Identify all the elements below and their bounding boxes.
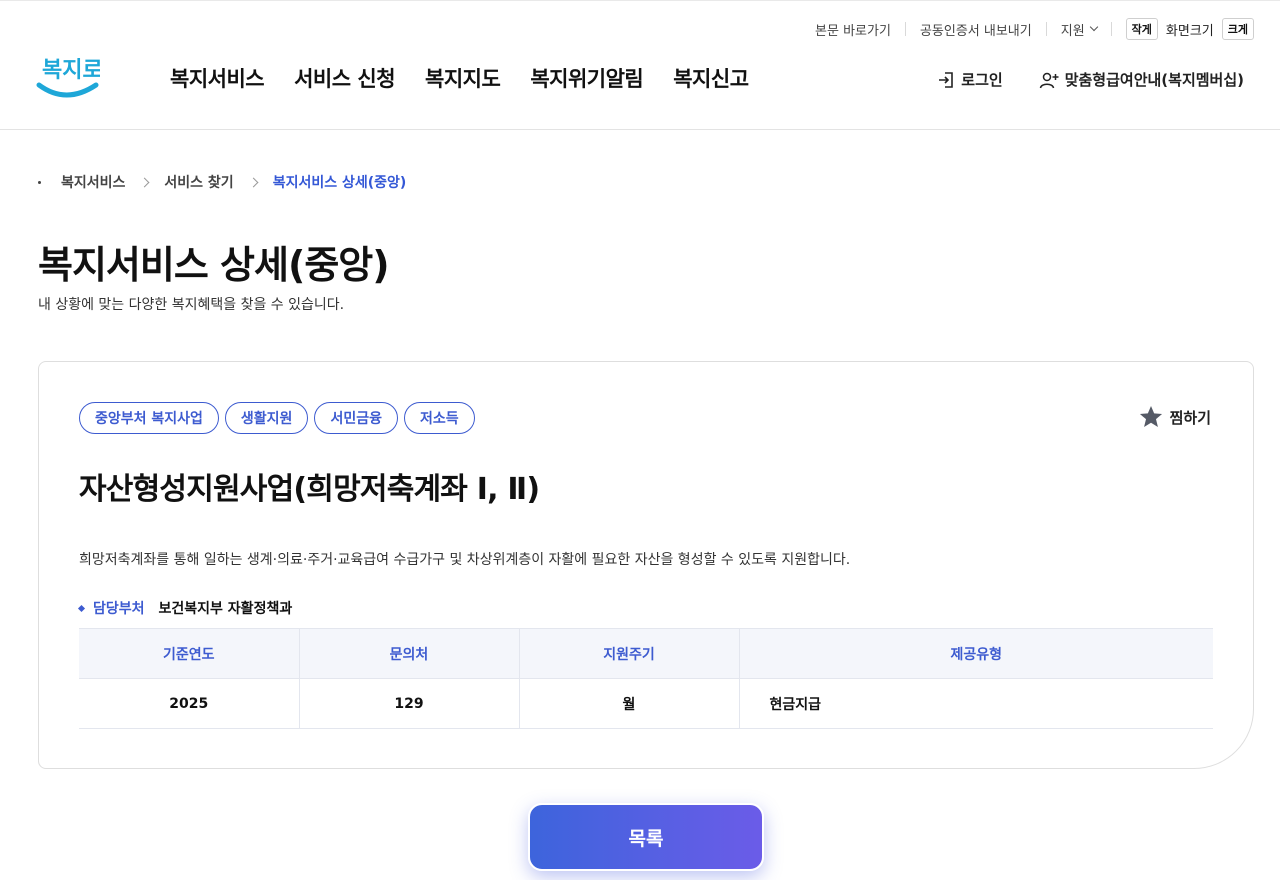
header-actions: 로그인 맞춤형급여안내(복지멤버십): [937, 69, 1244, 90]
login-label: 로그인: [961, 71, 1003, 89]
tag-chip[interactable]: 중앙부처 복지사업: [79, 402, 219, 434]
support-menu[interactable]: 지원: [1060, 20, 1098, 39]
header-cycle: 지원주기: [518, 628, 739, 679]
logo-text: 복지로: [42, 58, 100, 83]
cell-type: 현금지급: [738, 678, 1213, 729]
utility-bar: 본문 바로가기 공동인증서 내보내기 지원 작게 화면크기 크게: [815, 17, 1254, 41]
cell-cycle: 월: [518, 678, 739, 729]
breadcrumb: 복지서비스 서비스 찾기 복지서비스 상세(중앙): [38, 172, 406, 192]
chevron-down-icon: [1089, 22, 1098, 32]
tag-chip[interactable]: 서민금융: [314, 402, 398, 434]
favorite-button[interactable]: 찜하기: [1138, 404, 1211, 430]
divider: [1045, 22, 1047, 36]
font-large-button[interactable]: 크게: [1221, 18, 1254, 40]
cell-contact: 129: [298, 678, 519, 729]
table-header-row: 기준연도 문의처 지원주기 제공유형: [79, 628, 1213, 679]
page-title: 복지서비스 상세(중앙): [38, 243, 390, 287]
breadcrumb-item[interactable]: 서비스 찾기: [164, 172, 233, 192]
service-title: 자산형성지원사업(희망저축계좌 Ⅰ, Ⅱ): [79, 472, 540, 507]
support-label: 지원: [1060, 23, 1085, 39]
service-info-table: 기준연도 문의처 지원주기 제공유형 2025 129 월 현금지급: [79, 628, 1213, 729]
login-button[interactable]: 로그인: [937, 69, 1003, 90]
logo-mark: 복지로: [36, 58, 103, 98]
skip-link[interactable]: 본문 바로가기: [815, 20, 891, 39]
breadcrumb-bullet: [38, 180, 41, 184]
cert-export-link[interactable]: 공동인증서 내보내기: [920, 20, 1032, 39]
site-logo[interactable]: 복지로: [36, 49, 103, 105]
membership-button[interactable]: 맞춤형급여안내(복지멤버십): [1039, 69, 1244, 90]
department-label: 담당부처: [93, 601, 145, 617]
divider: [904, 22, 906, 36]
service-description: 희망저축계좌를 통해 일하는 생계·의료·주거·교육급여 수급가구 및 차상위계…: [79, 552, 851, 568]
breadcrumb-item[interactable]: 복지서비스: [61, 172, 125, 192]
nav-item-service-apply[interactable]: 서비스 신청: [294, 63, 395, 93]
cell-year: 2025: [79, 678, 299, 729]
service-detail-card: 중앙부처 복지사업 생활지원 서민금융 저소득 찜하기 자산형성지원사업(희망저…: [38, 361, 1254, 769]
font-small-button[interactable]: 작게: [1125, 18, 1158, 40]
chevron-right-icon: [139, 177, 150, 187]
tag-chip[interactable]: 생활지원: [224, 402, 309, 434]
main-nav: 복지서비스 서비스 신청 복지지도 복지위기알림 복지신고: [170, 63, 749, 93]
nav-item-welfare-service[interactable]: 복지서비스: [170, 63, 265, 93]
department-info: 담당부처 보건복지부 자활정책과: [77, 598, 293, 618]
list-button[interactable]: 목록: [528, 803, 764, 871]
nav-item-welfare-map[interactable]: 복지지도: [425, 63, 501, 93]
nav-item-crisis-alert[interactable]: 복지위기알림: [530, 63, 643, 93]
tag-chip[interactable]: 저소득: [403, 402, 475, 434]
breadcrumb-current: 복지서비스 상세(중앙): [272, 175, 407, 191]
site-header: 본문 바로가기 공동인증서 내보내기 지원 작게 화면크기 크게 복지로 복지서…: [0, 0, 1280, 130]
table-row: 2025 129 월 현금지급: [79, 678, 1213, 729]
favorite-label: 찜하기: [1169, 408, 1211, 427]
add-user-icon: [1039, 72, 1059, 88]
diamond-bullet-icon: [77, 604, 86, 612]
membership-label: 맞춤형급여안내(복지멤버십): [1064, 71, 1244, 89]
chevron-right-icon: [248, 177, 259, 187]
department-value: 보건복지부 자활정책과: [158, 601, 293, 617]
page-subtitle: 내 상황에 맞는 다양한 복지혜택을 찾을 수 있습니다.: [38, 297, 345, 313]
star-icon: [1139, 405, 1162, 427]
header-contact: 문의처: [298, 628, 519, 679]
header-year: 기준연도: [79, 628, 299, 679]
divider: [1110, 22, 1112, 36]
login-icon: [939, 71, 954, 88]
font-size-label: 화면크기: [1165, 23, 1214, 39]
header-type: 제공유형: [738, 628, 1213, 679]
service-tags: 중앙부처 복지사업 생활지원 서민금융 저소득: [79, 402, 475, 434]
nav-item-welfare-report[interactable]: 복지신고: [673, 63, 749, 93]
